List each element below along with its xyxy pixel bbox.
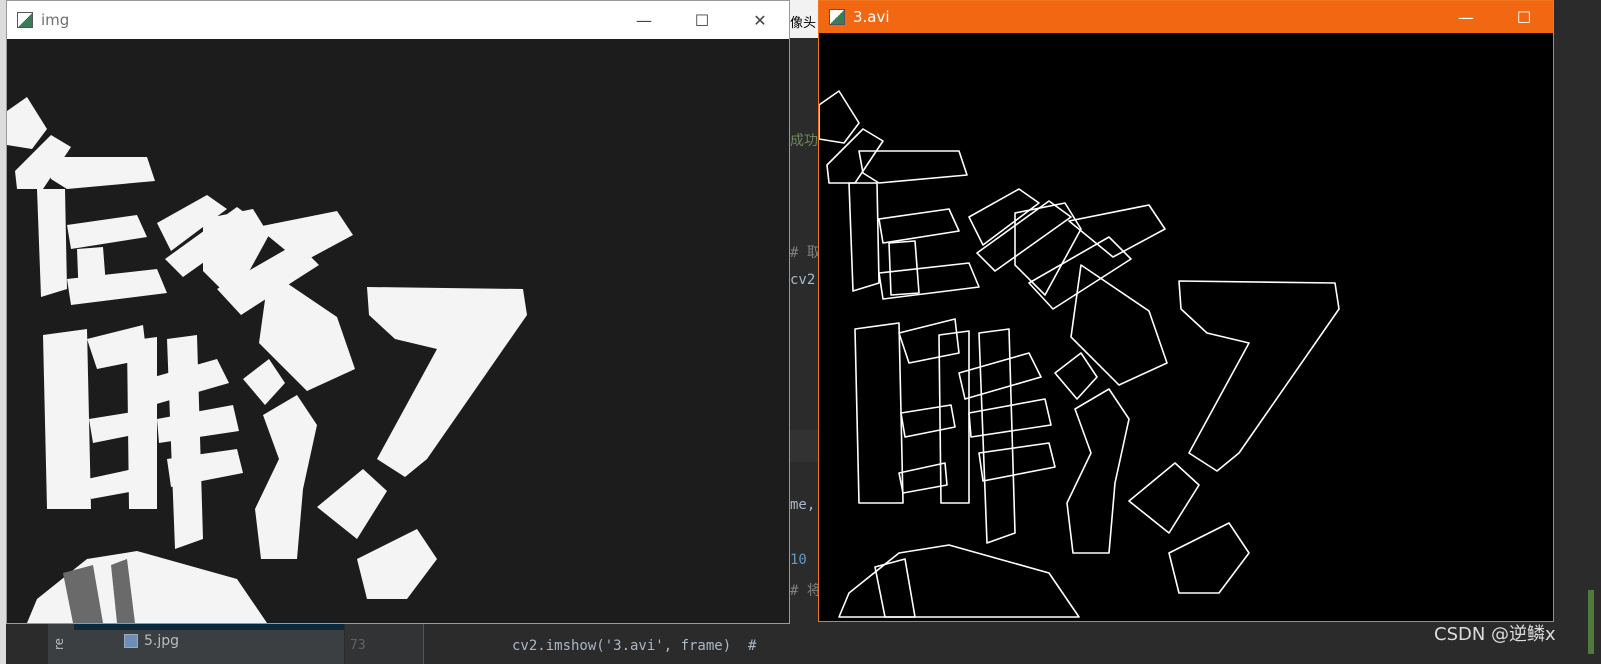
code-line-imshow[interactable]: cv2.imshow('3.avi', frame) # xyxy=(512,638,756,654)
minimize-icon: — xyxy=(636,10,652,30)
img-window-title: img xyxy=(41,11,70,29)
minimize-icon: — xyxy=(1458,7,1474,27)
file-tree-item-label: 5.jpg xyxy=(144,633,180,649)
edge-detected-frame xyxy=(819,33,1553,621)
app-window-icon xyxy=(17,12,33,28)
img-window[interactable]: img — ☐ ✕ xyxy=(6,0,790,624)
minimize-button[interactable]: — xyxy=(1437,1,1495,33)
avi-window-titlebar[interactable]: 3.avi — ☐ xyxy=(819,1,1553,33)
maximize-button[interactable]: ☐ xyxy=(1495,1,1553,33)
img-window-titlebar[interactable]: img — ☐ ✕ xyxy=(7,1,789,39)
thresholded-calligraphy-image xyxy=(7,39,789,623)
avi-window-controls: — ☐ xyxy=(1437,1,1553,33)
code-fragment-comment-take: # 取 xyxy=(790,245,821,261)
code-fragment-number: 10 xyxy=(790,552,807,568)
avi-window-title: 3.avi xyxy=(853,8,890,26)
image-file-icon xyxy=(124,634,138,648)
project-tree-selection xyxy=(74,624,344,630)
maximize-button[interactable]: ☐ xyxy=(673,1,731,39)
ide-right-strip xyxy=(1552,0,1601,664)
minimize-button[interactable]: — xyxy=(615,1,673,39)
project-tree[interactable] xyxy=(74,624,344,664)
code-fragment-comment-will: # 将 xyxy=(790,583,821,599)
code-fragment-me-comma: me, xyxy=(790,497,816,513)
code-fragment-cn-top: 像头 xyxy=(790,16,817,31)
maximize-icon: ☐ xyxy=(694,10,710,30)
avi-canvas[interactable] xyxy=(819,33,1553,621)
maximize-icon: ☐ xyxy=(1516,7,1532,27)
csdn-watermark: CSDN @逆鳞x xyxy=(1434,624,1556,645)
close-icon: ✕ xyxy=(753,10,767,30)
avi-window[interactable]: 3.avi — ☐ xyxy=(818,0,1554,622)
editor-scrollbar-marker[interactable] xyxy=(1588,590,1594,654)
close-button[interactable]: ✕ xyxy=(731,1,789,39)
img-window-controls: — ☐ ✕ xyxy=(615,1,789,39)
line-number: 73 xyxy=(350,638,366,653)
file-tree-item[interactable]: 5.jpg xyxy=(124,633,179,649)
project-tool-window-label[interactable]: re xyxy=(52,638,66,650)
img-canvas[interactable] xyxy=(7,39,789,623)
code-fragment-success: 成功 xyxy=(790,133,818,149)
app-window-icon xyxy=(829,9,845,25)
current-line-highlight xyxy=(790,430,818,462)
